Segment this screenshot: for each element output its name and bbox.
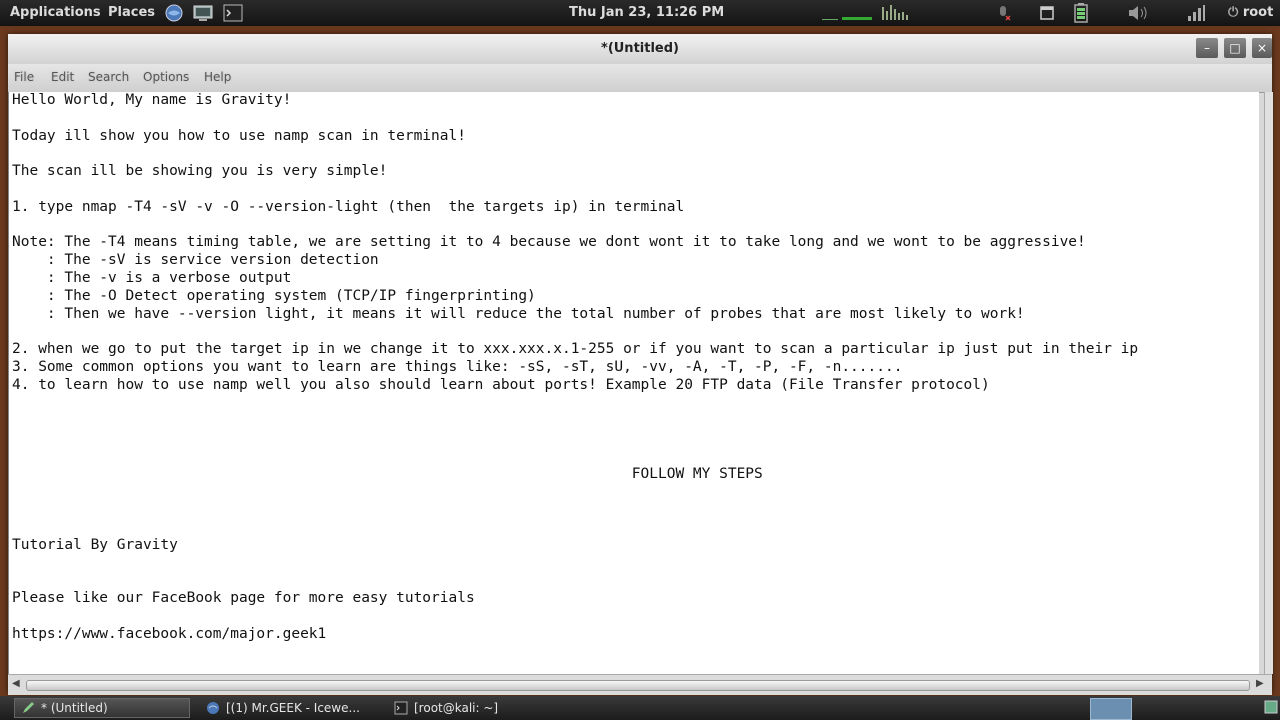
workspace-switcher[interactable] [1090, 698, 1132, 720]
window-titlebar[interactable]: *(Untitled) – □ × [8, 34, 1272, 65]
task-label: [root@kali: ~] [414, 701, 499, 715]
applications-menu[interactable]: Applications [10, 5, 101, 20]
minimize-button[interactable]: – [1196, 38, 1218, 58]
horizontal-scrollbar[interactable]: ◀ ▶ [8, 674, 1272, 695]
clock[interactable]: Thu Jan 23, 11:26 PM [569, 5, 724, 20]
menu-options[interactable]: Options [143, 70, 189, 84]
terminal-icon[interactable] [223, 3, 243, 23]
scroll-right-icon[interactable]: ▶ [1256, 678, 1264, 689]
window-title: *(Untitled) [601, 41, 679, 56]
user-menu[interactable]: ⏻ root [1228, 5, 1273, 20]
maximize-button[interactable]: □ [1224, 38, 1246, 58]
close-button[interactable]: × [1252, 38, 1272, 58]
menu-search[interactable]: Search [88, 70, 129, 84]
power-icon: ⏻ [1228, 5, 1239, 20]
task-browser[interactable]: [(1) Mr.GEEK - Icewe... [200, 698, 382, 718]
task-text-editor[interactable]: * (Untitled) [14, 698, 190, 718]
network-signal-icon[interactable] [1185, 3, 1207, 23]
user-name: root [1242, 5, 1274, 20]
text-editor-icon [21, 701, 35, 715]
volume-icon[interactable] [1126, 3, 1152, 23]
menu-help[interactable]: Help [204, 70, 231, 84]
battery-icon[interactable] [1071, 3, 1091, 23]
scroll-left-icon[interactable]: ◀ [12, 678, 20, 689]
top-panel: Applications Places Thu Jan 23, 11:26 PM… [0, 0, 1280, 26]
text-editor-window: *(Untitled) – □ × File Edit Search Optio… [8, 34, 1273, 695]
task-label: * (Untitled) [41, 701, 108, 715]
browser-icon[interactable] [164, 3, 184, 23]
network-graph-icon [820, 3, 920, 23]
task-terminal[interactable]: [root@kali: ~] [388, 698, 568, 718]
microphone-muted-icon[interactable] [993, 3, 1013, 23]
text-area[interactable]: Hello World, My name is Gravity! Today i… [8, 92, 1259, 674]
task-label: [(1) Mr.GEEK - Icewe... [226, 701, 360, 715]
document-text: Hello World, My name is Gravity! Today i… [12, 92, 1139, 642]
taskbar: * (Untitled) [(1) Mr.GEEK - Icewe... [ro… [0, 696, 1280, 720]
file-manager-icon[interactable] [193, 3, 213, 23]
menubar: File Edit Search Options Help [8, 64, 1272, 93]
scrollbar-thumb[interactable] [26, 680, 1250, 691]
iceweasel-icon [206, 701, 220, 715]
window-list-icon[interactable] [1037, 3, 1057, 23]
terminal-icon [394, 701, 408, 715]
show-desktop-icon[interactable] [1264, 700, 1278, 717]
menu-file[interactable]: File [14, 70, 34, 84]
menu-edit[interactable]: Edit [51, 70, 74, 84]
vertical-scrollbar[interactable] [1264, 92, 1273, 674]
places-menu[interactable]: Places [108, 5, 155, 20]
